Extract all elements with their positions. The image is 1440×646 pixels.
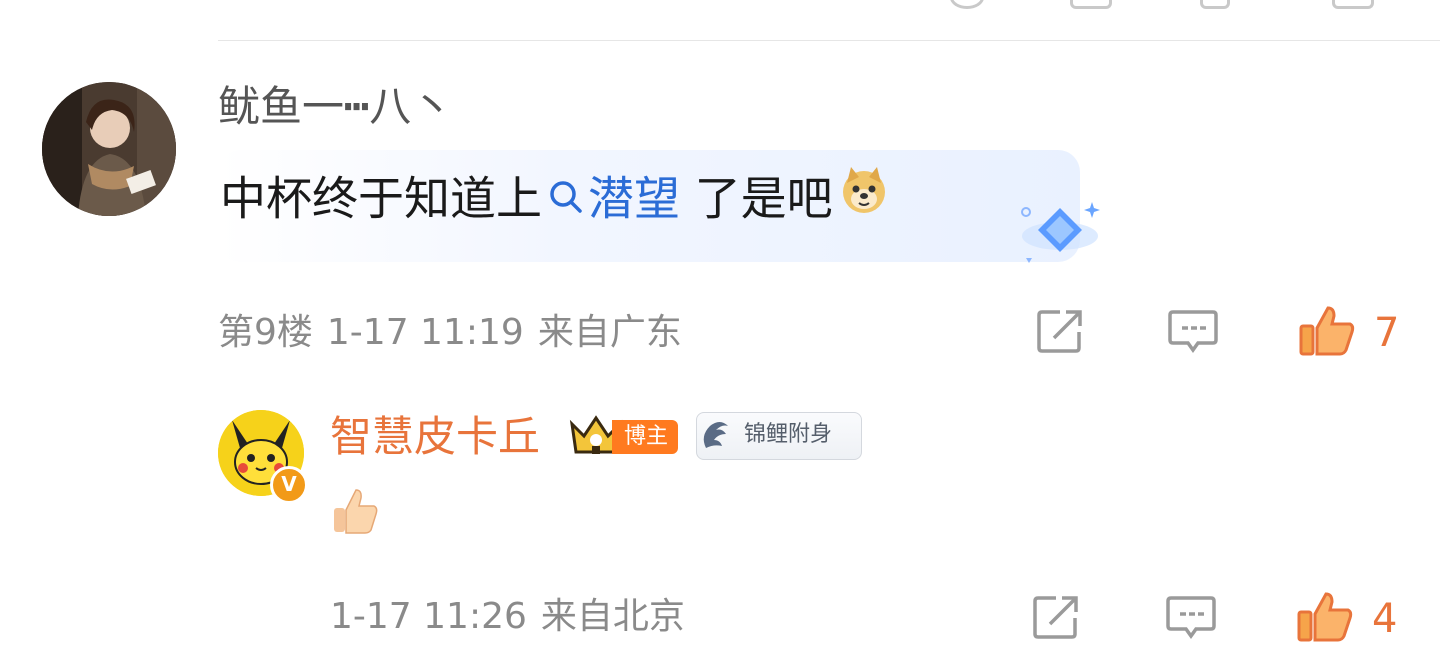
like-icon[interactable] <box>1200 0 1230 9</box>
doge-emoji-icon <box>839 165 889 231</box>
like-count: 4 <box>1372 596 1398 642</box>
verified-badge: V <box>270 466 308 504</box>
koi-fish-icon <box>698 418 738 454</box>
like-count: 7 <box>1374 310 1400 356</box>
blogger-badge: 博主 <box>612 420 679 454</box>
more-icon[interactable] <box>1332 0 1374 9</box>
timestamp: 1-17 11:26 <box>330 596 527 637</box>
location: 来自广东 <box>537 312 682 353</box>
share-icon[interactable] <box>1032 594 1082 640</box>
share-icon[interactable] <box>1036 308 1086 354</box>
comment-meta: 第9楼 1-17 11:19 来自广东 <box>218 306 696 360</box>
location: 来自北京 <box>540 596 685 637</box>
reply-meta: 1-17 11:26 来自北京 <box>330 590 699 644</box>
timestamp: 1-17 11:19 <box>326 312 524 353</box>
avatar[interactable] <box>42 82 176 216</box>
koi-tag-label: 锦鲤附身 <box>744 422 833 447</box>
topic-search-link[interactable]: 潜望 <box>588 172 680 226</box>
comment-icon[interactable] <box>1070 0 1112 9</box>
share-icon[interactable] <box>950 0 984 9</box>
search-icon <box>548 167 584 231</box>
username[interactable]: 智慧皮卡丘 <box>330 408 540 466</box>
comment-icon[interactable] <box>1166 594 1216 640</box>
previous-comment-actions <box>930 0 1440 10</box>
comment-text: 中杯终于知道上 潜望 了是吧 <box>220 165 889 239</box>
comment-icon[interactable] <box>1168 308 1218 354</box>
thumbs-up-emoji-icon <box>330 486 380 536</box>
like-icon[interactable] <box>1298 304 1355 356</box>
comment-text-part: 中杯终于知道上 <box>220 171 542 226</box>
floor-number: 第9楼 <box>218 312 313 353</box>
comment-text-part: 了是吧 <box>680 171 833 226</box>
username[interactable]: 鱿鱼一┅八丶 <box>218 80 453 134</box>
diamond-badge-icon <box>966 192 1108 270</box>
like-icon[interactable] <box>1296 590 1353 642</box>
comment-divider <box>218 40 1440 41</box>
